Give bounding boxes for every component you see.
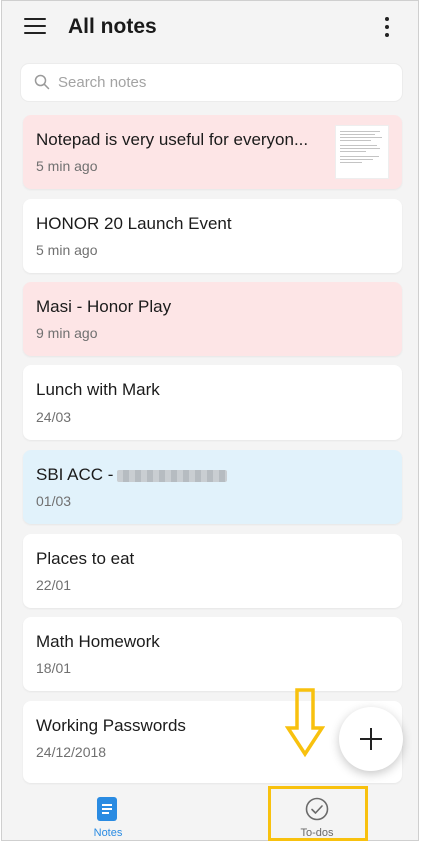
note-title: Notepad is very useful for everyon... <box>36 130 309 149</box>
note-date: 01/03 <box>36 493 72 509</box>
note-date: 5 min ago <box>36 158 98 174</box>
tab-notes[interactable]: Notes <box>48 787 168 840</box>
tab-todos-label: To-dos <box>300 827 334 839</box>
note-date: 18/01 <box>36 660 72 676</box>
note-card[interactable]: Notepad is very useful for everyon... 5 … <box>23 115 402 189</box>
notes-icon <box>97 797 117 821</box>
note-card[interactable]: Masi - Honor Play 9 min ago <box>23 282 402 356</box>
checkmark-circle-icon <box>305 797 329 821</box>
note-date: 24/12/2018 <box>36 744 107 760</box>
note-date: 9 min ago <box>36 325 98 341</box>
note-title: Working Passwords <box>36 716 186 735</box>
note-title: Masi - Honor Play <box>36 297 172 316</box>
note-title: Lunch with Mark <box>36 380 160 399</box>
note-title: Places to eat <box>36 549 135 568</box>
note-date: 22/01 <box>36 577 72 593</box>
redacted-text <box>117 469 228 482</box>
note-title-text: SBI ACC - <box>36 465 114 484</box>
app-screen: All notes Notepad is very useful for eve… <box>1 0 419 841</box>
note-title: Math Homework <box>36 632 160 651</box>
note-card[interactable]: HONOR 20 Launch Event 5 min ago <box>23 199 402 273</box>
search-input[interactable] <box>58 64 388 101</box>
note-card[interactable]: Lunch with Mark 24/03 <box>23 365 402 440</box>
app-header: All notes <box>2 1 418 55</box>
note-title: HONOR 20 Launch Event <box>36 214 232 233</box>
note-date: 24/03 <box>36 409 72 425</box>
add-note-button[interactable] <box>339 707 403 771</box>
tab-notes-label: Notes <box>93 827 123 839</box>
search-icon <box>34 74 50 90</box>
more-options-icon[interactable] <box>382 15 392 39</box>
page-title: All notes <box>68 15 157 38</box>
note-date: 5 min ago <box>36 242 98 258</box>
note-card[interactable]: Math Homework 18/01 <box>23 617 402 691</box>
plus-icon <box>360 728 382 750</box>
search-bar[interactable] <box>21 64 402 101</box>
tab-todos[interactable]: To-dos <box>257 787 377 840</box>
bottom-navigation: Notes To-dos <box>2 787 418 840</box>
note-card[interactable]: Places to eat 22/01 <box>23 534 402 608</box>
hamburger-menu-icon[interactable] <box>24 17 46 35</box>
note-card[interactable]: SBI ACC - 01/03 <box>23 450 402 524</box>
note-title: SBI ACC - <box>36 465 228 485</box>
note-thumbnail <box>335 125 389 179</box>
